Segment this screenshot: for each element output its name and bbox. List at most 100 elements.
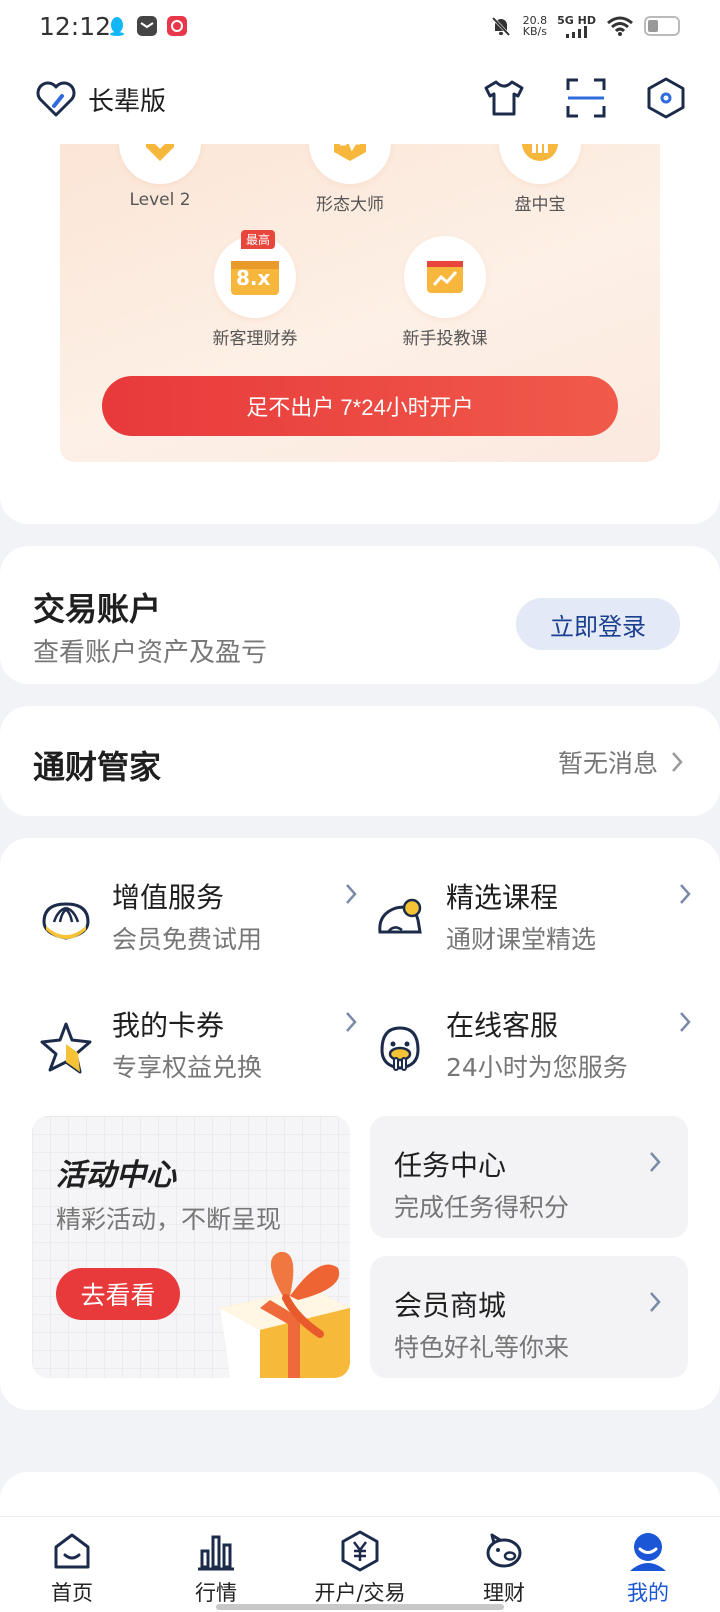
elder-mode-label: 长辈版 — [88, 86, 167, 117]
feature-beginner-course[interactable]: 新手投教课 — [375, 236, 515, 349]
feature-new-client-coupon[interactable]: 8.x 最高 新客理财券 — [185, 230, 325, 349]
home-indicator[interactable] — [216, 1604, 504, 1610]
tab-label: 理财 — [483, 1581, 525, 1605]
tab-wealth[interactable]: 理财 — [432, 1517, 576, 1612]
account-subtitle: 查看账户资产及盈亏 — [33, 638, 268, 668]
mute-bell-icon — [491, 16, 510, 37]
piggy-bank-icon — [486, 1533, 522, 1568]
task-center[interactable]: 任务中心 完成任务得积分 — [370, 1116, 688, 1238]
pattern-master-icon — [309, 144, 391, 184]
profile-icon — [630, 1533, 666, 1571]
network-type: 5G HD — [557, 13, 596, 27]
chevron-right-icon — [680, 1012, 691, 1032]
my-coupons[interactable]: 我的卡券 专享权益兑换 — [38, 1004, 358, 1100]
feature-label: 新手投教课 — [402, 329, 488, 349]
walrus-support-icon — [380, 1026, 420, 1071]
tab-label: 开户/交易 — [314, 1581, 406, 1605]
chevron-right-icon — [650, 1152, 661, 1172]
service-title: 我的卡券 — [112, 1009, 225, 1042]
service-title: 精选课程 — [446, 881, 559, 914]
promo-banner: Level 2 形态大师 盘中宝 8.x 最高 新客理财券 新手投教课 足不出户… — [60, 144, 660, 462]
bottom-tab-bar: 首页 行情 开户/交易 理财 我的 — [0, 1516, 720, 1612]
chevron-right-icon — [346, 1012, 357, 1032]
status-time: 12:12 — [39, 12, 112, 41]
level2-icon — [119, 144, 201, 184]
bar-chart-icon — [198, 1535, 234, 1571]
heart-icon — [36, 81, 76, 117]
butler-title: 通财管家 — [33, 748, 162, 786]
butler-card[interactable]: 通财管家 暂无消息 — [0, 706, 720, 816]
service-title: 增值服务 — [112, 881, 225, 914]
task-center-title: 任务中心 — [394, 1149, 507, 1182]
online-customer-service[interactable]: 在线客服 24小时为您服务 — [372, 1004, 692, 1100]
feature-badge: 最高 — [241, 230, 276, 249]
activity-center[interactable]: 活动中心 精彩活动，不断呈现 去看看 — [32, 1116, 350, 1378]
tab-label: 行情 — [195, 1581, 237, 1605]
member-mall[interactable]: 会员商城 特色好礼等你来 — [370, 1256, 688, 1378]
member-mall-title: 会员商城 — [394, 1289, 507, 1322]
top-header: 长辈版 — [0, 56, 720, 144]
gift-box-icon — [220, 1251, 350, 1378]
chevron-right-icon — [672, 752, 683, 772]
open-account-button[interactable]: 足不出户 7*24小时开户 — [102, 376, 618, 436]
wifi-icon — [607, 16, 633, 36]
butler-status[interactable]: 暂无消息 — [558, 744, 684, 780]
status-notification-icons — [106, 15, 188, 37]
member-mall-subtitle: 特色好礼等你来 — [394, 1333, 570, 1362]
feature-label: 新客理财券 — [212, 329, 298, 349]
tab-trade[interactable]: 开户/交易 — [288, 1517, 432, 1612]
scan-icon[interactable] — [564, 76, 608, 120]
status-system-icons: 20.8 KB/s 5G HD — [489, 14, 680, 38]
star-icon — [40, 1022, 92, 1074]
status-bar: 12:12 20.8 KB/s 5G HD — [0, 0, 720, 56]
intraday-icon — [499, 144, 581, 184]
tab-market[interactable]: 行情 — [144, 1517, 288, 1612]
battery-icon — [644, 16, 680, 36]
service-subtitle: 通财课堂精选 — [446, 925, 597, 954]
selected-courses[interactable]: 精选课程 通财课堂精选 — [372, 876, 692, 972]
login-button[interactable]: 立即登录 — [516, 598, 680, 650]
service-subtitle: 会员免费试用 — [112, 925, 263, 954]
service-subtitle: 24小时为您服务 — [446, 1053, 628, 1082]
crown-shell-icon — [42, 902, 90, 940]
chevron-right-icon — [680, 884, 691, 904]
yuan-hexagon-icon — [341, 1530, 379, 1572]
account-title: 交易账户 — [33, 590, 162, 628]
promo-card: Level 2 形态大师 盘中宝 8.x 最高 新客理财券 新手投教课 足不出户… — [0, 144, 720, 524]
coupon-icon-text: 8.x — [236, 266, 271, 290]
mail-app-icon — [137, 16, 157, 36]
service-title: 在线客服 — [446, 1009, 559, 1042]
value-added-service[interactable]: 增值服务 会员免费试用 — [38, 876, 358, 972]
tab-label: 我的 — [627, 1581, 669, 1605]
skin-tshirt-icon[interactable] — [482, 76, 526, 120]
qq-icon — [110, 17, 124, 36]
butler-status-text: 暂无消息 — [557, 749, 658, 778]
service-subtitle: 专享权益兑换 — [112, 1053, 263, 1082]
feature-level2[interactable]: Level 2 — [90, 144, 230, 210]
feature-label: 盘中宝 — [514, 195, 566, 215]
chevron-right-icon — [650, 1292, 661, 1312]
network-type-group: 5G HD — [557, 15, 596, 38]
chevron-right-icon — [346, 884, 357, 904]
feature-label: 形态大师 — [316, 195, 384, 215]
activity-title: 活动中心 — [56, 1158, 176, 1193]
tab-label: 首页 — [51, 1581, 93, 1605]
course-hat-icon — [378, 898, 422, 934]
services-card: 增值服务 会员免费试用 精选课程 通财课堂精选 我的卡券 专享权益兑换 在线客服 — [0, 838, 720, 1410]
signal-bars-icon — [565, 25, 587, 38]
activity-subtitle: 精彩活动，不断呈现 — [56, 1205, 282, 1234]
elder-mode-button[interactable]: 长辈版 — [34, 77, 166, 121]
go-see-button[interactable]: 去看看 — [56, 1268, 180, 1320]
task-center-subtitle: 完成任务得积分 — [394, 1193, 570, 1222]
settings-icon[interactable] — [644, 76, 688, 120]
beginner-course-icon — [404, 236, 486, 318]
feature-pattern-master[interactable]: 形态大师 — [280, 144, 420, 215]
trading-account-card[interactable]: 交易账户 查看账户资产及盈亏 立即登录 — [0, 546, 720, 684]
tab-mine[interactable]: 我的 — [576, 1517, 720, 1612]
home-icon — [54, 1533, 90, 1569]
network-speed-unit: KB/s — [522, 25, 547, 38]
network-speed: 20.8 KB/s — [523, 15, 548, 37]
red-app-icon — [167, 16, 187, 36]
tab-home[interactable]: 首页 — [0, 1517, 144, 1612]
feature-intraday[interactable]: 盘中宝 — [470, 144, 610, 215]
